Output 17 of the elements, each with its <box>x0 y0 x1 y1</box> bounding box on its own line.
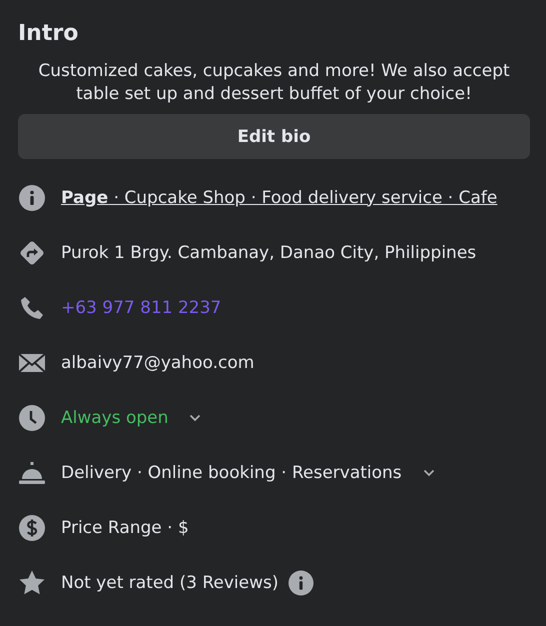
clock-icon <box>18 404 46 432</box>
bio-text: Customized cakes, cupcakes and more! We also accept table set up and dessert buffet of your choice! <box>37 60 511 106</box>
category-link[interactable]: Page · Cupcake Shop · Food delivery service · Cafe <box>61 188 498 208</box>
dollar-icon <box>18 514 46 542</box>
info-icon <box>18 184 46 212</box>
hours-status: Always open <box>61 408 168 428</box>
info-text: Delivery · Online booking · Reservations <box>61 462 402 482</box>
chevron-down-icon[interactable] <box>422 468 435 476</box>
info-text: Not yet rated (3 Reviews) <box>61 572 278 592</box>
chevron-down-icon[interactable] <box>189 414 202 422</box>
info-text: Price Range · $ <box>61 518 189 538</box>
edit-bio-button[interactable]: Edit bio <box>18 114 530 159</box>
info-text: Purok 1 Brgy. Cambanay, Danao City, Philippines <box>61 242 476 262</box>
info-text: albaivy77@yahoo.com <box>61 352 254 372</box>
star-icon <box>18 568 46 596</box>
info-icon[interactable] <box>288 570 314 596</box>
section-title: Intro <box>18 20 80 48</box>
